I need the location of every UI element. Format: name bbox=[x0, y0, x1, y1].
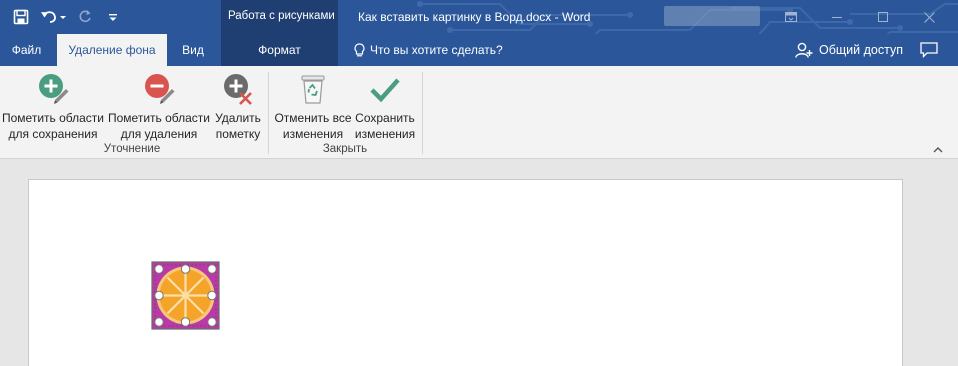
account-area[interactable] bbox=[664, 6, 760, 26]
chevron-up-icon bbox=[933, 147, 943, 153]
discard-icon bbox=[301, 75, 325, 104]
undo-icon bbox=[41, 11, 66, 23]
delete-mark-button[interactable]: Удалить пометку bbox=[212, 72, 264, 142]
group-separator bbox=[422, 72, 423, 154]
button-label-line1: Отменить все bbox=[274, 111, 352, 125]
save-icon bbox=[13, 9, 29, 25]
comments-button[interactable] bbox=[920, 42, 938, 59]
document-title: Как вставить картинку в Ворд.docx - Word bbox=[358, 10, 591, 24]
context-group-label: Работа с рисунками bbox=[228, 10, 335, 22]
button-label-line2: пометку bbox=[215, 127, 261, 141]
button-label-line1: Сохранить bbox=[355, 111, 415, 125]
customize-qat-icon bbox=[109, 14, 117, 21]
document-page[interactable] bbox=[28, 179, 903, 366]
button-label-line2: изменения bbox=[282, 127, 344, 141]
button-label-line1: Пометить области bbox=[2, 111, 104, 125]
document-canvas bbox=[0, 160, 958, 366]
comment-icon bbox=[920, 42, 938, 59]
button-label-line2: для удаления bbox=[120, 127, 198, 141]
tab-format[interactable]: Формат bbox=[221, 34, 338, 66]
customize-qat-button[interactable] bbox=[102, 6, 124, 28]
share-button[interactable]: Общий доступ bbox=[795, 34, 903, 66]
ribbon-display-options-icon bbox=[785, 12, 797, 22]
ribbon: Пометить области для сохранения Пометить… bbox=[0, 66, 958, 159]
tab-background-removal[interactable]: Удаление фона bbox=[57, 34, 167, 66]
button-label-line1: Удалить bbox=[215, 111, 261, 125]
mark-keep-icon bbox=[39, 74, 69, 104]
minimize-button[interactable] bbox=[814, 0, 860, 34]
redo-button[interactable] bbox=[74, 6, 96, 28]
vertical-scrollbar[interactable] bbox=[948, 160, 958, 366]
tell-me-search[interactable]: Что вы хотите сделать? bbox=[354, 34, 503, 66]
ribbon-tab-bar: Файл Удаление фона Вид Формат Что вы хот… bbox=[0, 34, 958, 66]
person-add-icon bbox=[795, 42, 813, 58]
mark-remove-icon bbox=[145, 74, 175, 104]
maximize-icon bbox=[878, 12, 888, 22]
collapse-ribbon-button[interactable] bbox=[932, 144, 944, 154]
button-label-line1: Пометить области bbox=[108, 111, 210, 125]
title-bar: Работа с рисунками Как вставить картинку… bbox=[0, 0, 958, 34]
picture-tools-context-group: Работа с рисунками bbox=[221, 0, 338, 34]
group-separator bbox=[268, 72, 269, 154]
tell-me-placeholder: Что вы хотите сделать? bbox=[370, 43, 503, 57]
discard-all-changes-button[interactable]: Отменить все изменения bbox=[272, 72, 354, 142]
share-label: Общий доступ bbox=[819, 43, 903, 57]
lightbulb-icon bbox=[354, 42, 365, 56]
close-button[interactable] bbox=[906, 0, 952, 34]
maximize-button[interactable] bbox=[860, 0, 906, 34]
keep-changes-button[interactable]: Сохранить изменения bbox=[354, 72, 416, 142]
keep-changes-icon bbox=[370, 78, 400, 103]
quick-access-toolbar bbox=[10, 6, 130, 28]
button-label-line2: изменения bbox=[354, 127, 416, 141]
minimize-icon bbox=[832, 17, 842, 18]
orange-slice-image[interactable] bbox=[151, 261, 220, 330]
button-label-line2: для сохранения bbox=[8, 127, 98, 141]
ribbon-display-options-button[interactable] bbox=[768, 0, 814, 34]
close-icon bbox=[923, 11, 935, 23]
tab-view[interactable]: Вид bbox=[167, 34, 219, 66]
group-label-close: Закрыть bbox=[322, 143, 368, 155]
selected-picture[interactable] bbox=[151, 261, 220, 330]
mark-areas-to-remove-button[interactable]: Пометить области для удаления bbox=[106, 72, 212, 142]
group-label-refine: Уточнение bbox=[103, 143, 161, 155]
redo-icon bbox=[79, 10, 91, 23]
delete-mark-icon bbox=[224, 74, 252, 105]
undo-button[interactable] bbox=[38, 6, 68, 28]
mark-areas-to-keep-button[interactable]: Пометить области для сохранения bbox=[0, 72, 106, 142]
save-button[interactable] bbox=[10, 6, 32, 28]
tab-file[interactable]: Файл bbox=[0, 34, 53, 66]
